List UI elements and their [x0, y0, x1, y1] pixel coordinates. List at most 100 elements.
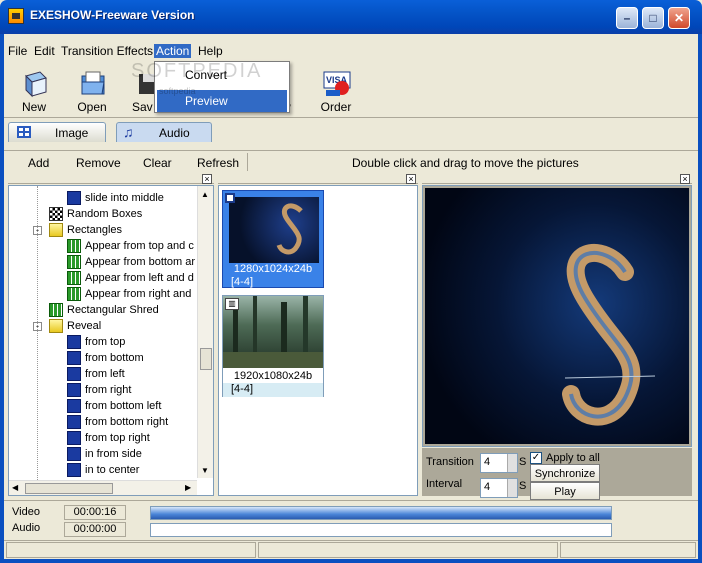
video-time: 00:00:16 — [64, 505, 126, 520]
tree-guide-line — [37, 186, 38, 486]
tree-item-label: from left — [85, 368, 125, 380]
thumbnail-list: 1280x1024x24b [4-4] ▥ 1920x1080x24b [4-4… — [218, 185, 418, 496]
audio-label: Audio — [12, 522, 41, 534]
new-button[interactable]: New — [6, 66, 62, 116]
add-button[interactable]: Add — [28, 156, 49, 170]
close-icon[interactable]: × — [202, 174, 212, 184]
scroll-up-icon[interactable]: ▲ — [201, 190, 209, 199]
scroll-left-icon[interactable]: ◀ — [12, 483, 18, 492]
hscroll-thumb[interactable] — [25, 483, 113, 494]
scroll-down-icon[interactable]: ▼ — [201, 466, 209, 475]
preview-label: Preview — [185, 94, 228, 108]
effects-tree: slide into middle Random Boxes - Rectangles… — [8, 185, 214, 496]
menu-transition-effects[interactable]: Transition Effects — [61, 44, 153, 58]
selection-checkbox-icon[interactable] — [225, 193, 235, 203]
green-grid-icon — [67, 287, 81, 301]
transition-value: 4 — [484, 456, 491, 468]
play-button[interactable]: Play — [530, 482, 600, 500]
status-bar — [4, 540, 698, 559]
tree-item-label: in from side — [85, 448, 142, 460]
tree-item-label: Appear from right and — [85, 288, 192, 300]
tree-item-label: from right — [85, 384, 132, 396]
interval-stepper[interactable]: 4 — [480, 478, 518, 498]
menu-edit[interactable]: Edit — [34, 44, 55, 58]
thumbnail-item[interactable]: ▥ 1920x1080x24b [4-4] — [222, 295, 324, 397]
tree-item-label: Reveal — [67, 320, 102, 332]
thumbnail-panel: × 1280x1024x24b [4-4] ▥ 1920x1080x24b [4… — [218, 174, 418, 496]
preview-image — [425, 188, 689, 444]
thumbnail-item[interactable]: 1280x1024x24b [4-4] — [222, 190, 324, 288]
interval-label: Interval — [426, 478, 463, 490]
convert-label: Convert — [185, 68, 228, 82]
transition-stepper[interactable]: 4 — [480, 453, 518, 473]
close-icon[interactable]: × — [680, 174, 690, 184]
scroll-right-icon[interactable]: ▶ — [185, 483, 191, 492]
menu-action[interactable]: Action — [154, 44, 192, 58]
open-button[interactable]: Open — [64, 66, 120, 116]
close-icon[interactable]: × — [406, 174, 416, 184]
tab-bar: Image ♫ Audio — [4, 120, 698, 144]
thumbnail-range: [4-4] — [231, 276, 254, 288]
interval-unit: S — [519, 480, 527, 492]
menu-bar: File Edit Transition Effects Action Help — [4, 41, 698, 61]
menu-file[interactable]: File — [8, 44, 27, 58]
blue-square-icon — [67, 447, 81, 461]
stepper-arrows-icon[interactable] — [507, 454, 517, 472]
letter-s-graphic — [276, 203, 303, 255]
transition-label: Transition — [426, 456, 474, 468]
separator — [247, 153, 248, 171]
order-button[interactable]: VISA Order — [308, 66, 364, 116]
thumb-panel-header — [218, 174, 418, 184]
blue-square-icon — [67, 399, 81, 413]
blue-square-icon — [67, 463, 81, 477]
tree-item-label: from bottom — [85, 352, 144, 364]
letter-s-preview-graphic — [562, 243, 656, 426]
blue-square-icon — [67, 431, 81, 445]
stepper-arrows-icon[interactable] — [507, 479, 517, 497]
green-grid-icon — [67, 271, 81, 285]
green-grid-icon — [67, 239, 81, 253]
preview-panel-header — [422, 174, 692, 184]
folder-icon — [49, 223, 63, 237]
title-bar: EXESHOW-Freeware Version – □ ✕ — [0, 0, 702, 34]
audio-track-bar[interactable] — [150, 523, 612, 537]
clear-button[interactable]: Clear — [143, 156, 172, 170]
thumbnail-size: 1920x1080x24b — [233, 370, 313, 382]
green-grid-icon — [49, 303, 63, 317]
menu-help[interactable]: Help — [198, 44, 223, 58]
thumbnail-image[interactable] — [229, 197, 319, 263]
remove-button[interactable]: Remove — [76, 156, 121, 170]
menu-convert[interactable]: Convert — [157, 64, 287, 86]
tree-item-label: Rectangles — [67, 224, 123, 236]
preview-panel: × Transition 4 S Interval 4 S ✓ Apply to… — [422, 174, 692, 500]
scroll-thumb[interactable] — [200, 348, 212, 370]
apply-all-label: Apply to all — [546, 452, 600, 464]
video-label: Video — [12, 506, 40, 518]
film-strip-icon[interactable]: ▥ — [225, 298, 239, 310]
apply-all-checkbox[interactable]: ✓ — [530, 452, 542, 464]
maximize-button[interactable]: □ — [642, 7, 664, 29]
tree-item-label: slide into middle — [85, 192, 164, 204]
tab-image[interactable]: Image — [8, 122, 106, 142]
transition-unit: S — [519, 456, 527, 468]
playback-controls: Transition 4 S Interval 4 S ✓ Apply to a… — [422, 448, 692, 500]
synchronize-button[interactable]: Synchronize — [530, 464, 600, 482]
video-track-bar[interactable] — [150, 506, 612, 520]
window-frame-right — [698, 34, 702, 563]
refresh-button[interactable]: Refresh — [197, 156, 239, 170]
status-cell — [6, 542, 256, 558]
new-document-icon — [25, 71, 47, 98]
status-cell — [560, 542, 696, 558]
tree-vertical-scrollbar[interactable]: ▲ ▼ — [197, 186, 213, 478]
minimize-button[interactable]: – — [616, 7, 638, 29]
close-button[interactable]: ✕ — [668, 7, 690, 29]
blue-square-icon — [67, 335, 81, 349]
tree-item-label: Appear from top and c — [85, 240, 194, 252]
effects-tree-panel: × slide into middle Random Boxes - Rectangl… — [8, 174, 214, 496]
tree-horizontal-scrollbar[interactable]: ◀ ▶ — [9, 480, 197, 495]
tab-audio[interactable]: ♫ Audio — [116, 122, 212, 142]
music-note-icon: ♫ — [123, 124, 134, 140]
tree-panel-header — [8, 174, 214, 184]
preview-frame — [422, 185, 692, 447]
folder-icon — [49, 319, 63, 333]
